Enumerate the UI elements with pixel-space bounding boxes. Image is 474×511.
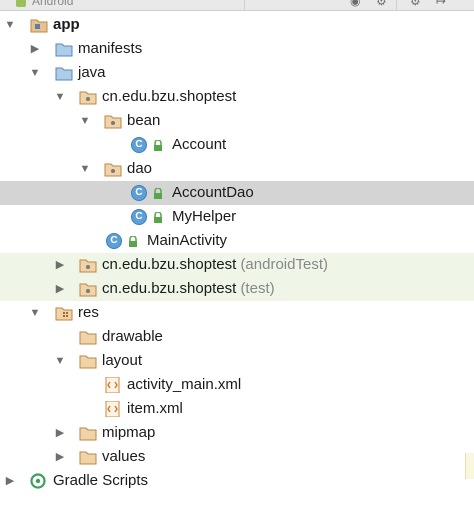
tree-item-label: layout bbox=[102, 352, 143, 369]
resources-folder-icon bbox=[55, 307, 73, 321]
tree-item-label: cn.edu.bzu.shoptest bbox=[102, 88, 237, 105]
tree-item-item-xml[interactable]: item.xml bbox=[0, 397, 474, 421]
gear-icon[interactable]: ⚙ bbox=[410, 0, 421, 8]
expanded-arrow-icon[interactable]: ▼ bbox=[3, 13, 17, 37]
tree-item-main-activity[interactable]: C MainActivity bbox=[0, 229, 474, 253]
tree-item-label: values bbox=[102, 448, 146, 465]
tree-item-label: cn.edu.bzu.shoptest (test) bbox=[102, 277, 275, 301]
expanded-arrow-icon[interactable]: ▼ bbox=[53, 349, 67, 373]
xml-file-icon bbox=[105, 377, 120, 393]
tree-item-label: res bbox=[78, 304, 99, 321]
package-icon bbox=[79, 91, 97, 105]
folder-icon bbox=[79, 355, 97, 369]
package-name: cn.edu.bzu.shoptest bbox=[102, 256, 237, 273]
tree-item-package-android-test[interactable]: ▶ cn.edu.bzu.shoptest (androidTest) bbox=[0, 253, 474, 277]
class-icon: C bbox=[131, 185, 147, 201]
project-view-selector[interactable]: Android bbox=[32, 0, 73, 8]
tree-item-label: cn.edu.bzu.shoptest (androidTest) bbox=[102, 253, 328, 277]
tree-item-package-test[interactable]: ▶ cn.edu.bzu.shoptest (test) bbox=[0, 277, 474, 301]
tree-item-label: MyHelper bbox=[172, 208, 237, 225]
tree-item-activity-main-xml[interactable]: activity_main.xml bbox=[0, 373, 474, 397]
tree-item-label: Gradle Scripts bbox=[53, 472, 149, 489]
source-set-suffix: (androidTest) bbox=[240, 256, 328, 273]
tree-item-label: java bbox=[78, 64, 106, 81]
target-icon[interactable]: ◉ bbox=[350, 0, 360, 8]
tree-item-label: manifests bbox=[78, 40, 143, 57]
tree-item-bean[interactable]: ▼ bean bbox=[0, 109, 474, 133]
tree-item-label: Account bbox=[172, 136, 227, 153]
class-icon: C bbox=[131, 137, 147, 153]
expanded-arrow-icon[interactable]: ▼ bbox=[28, 61, 42, 85]
tree-item-account-dao[interactable]: C AccountDao bbox=[0, 181, 474, 205]
tree-item-manifests[interactable]: ▶ manifests bbox=[0, 37, 474, 61]
collapsed-arrow-icon[interactable]: ▶ bbox=[53, 277, 67, 301]
source-set-suffix: (test) bbox=[240, 280, 275, 297]
folder-icon bbox=[79, 451, 97, 465]
collapsed-arrow-icon[interactable]: ▶ bbox=[53, 445, 67, 469]
tree-item-layout[interactable]: ▼ layout bbox=[0, 349, 474, 373]
tree-item-app[interactable]: ▼ app bbox=[0, 13, 474, 37]
folder-icon bbox=[79, 427, 97, 441]
tree-item-label: drawable bbox=[102, 328, 163, 345]
folder-icon bbox=[79, 331, 97, 345]
tree-item-label: activity_main.xml bbox=[127, 376, 242, 393]
class-icon: C bbox=[131, 209, 147, 225]
package-icon bbox=[79, 259, 97, 273]
tree-item-label: item.xml bbox=[127, 400, 183, 417]
tree-item-dao[interactable]: ▼ dao bbox=[0, 157, 474, 181]
package-icon bbox=[104, 163, 122, 177]
package-icon bbox=[104, 115, 122, 129]
tree-item-package-main[interactable]: ▼ cn.edu.bzu.shoptest bbox=[0, 85, 474, 109]
tree-item-label: mipmap bbox=[102, 424, 156, 441]
package-icon bbox=[79, 283, 97, 297]
collapse-icon[interactable]: ↦ bbox=[436, 0, 446, 8]
tree-item-mipmap[interactable]: ▶ mipmap bbox=[0, 421, 474, 445]
tree-item-values[interactable]: ▶ values bbox=[0, 445, 474, 469]
tree-item-label: bean bbox=[127, 112, 161, 129]
gradle-icon bbox=[30, 473, 46, 489]
lock-icon bbox=[154, 188, 162, 199]
android-icon bbox=[16, 0, 26, 7]
project-view-toolbar: Android ◉ ⚙ ⚙ ↦ bbox=[0, 0, 474, 11]
source-folder-icon bbox=[55, 67, 73, 81]
lock-icon bbox=[154, 140, 162, 151]
package-name: cn.edu.bzu.shoptest bbox=[102, 280, 237, 297]
collapsed-arrow-icon[interactable]: ▶ bbox=[53, 253, 67, 277]
module-folder-icon bbox=[30, 19, 48, 33]
expanded-arrow-icon[interactable]: ▼ bbox=[78, 157, 92, 181]
expanded-arrow-icon[interactable]: ▼ bbox=[28, 301, 42, 325]
lock-icon bbox=[154, 212, 162, 223]
tree-item-label: dao bbox=[127, 160, 153, 177]
tree-item-drawable[interactable]: drawable bbox=[0, 325, 474, 349]
collapsed-arrow-icon[interactable]: ▶ bbox=[3, 469, 17, 493]
tree-item-gradle-scripts[interactable]: ▶ Gradle Scripts bbox=[0, 469, 474, 493]
tree-item-label: app bbox=[53, 16, 80, 33]
tree-item-label: AccountDao bbox=[172, 184, 254, 201]
tree-item-java[interactable]: ▼ java bbox=[0, 61, 474, 85]
collapsed-arrow-icon[interactable]: ▶ bbox=[28, 37, 42, 61]
tree-item-my-helper[interactable]: C MyHelper bbox=[0, 205, 474, 229]
expanded-arrow-icon[interactable]: ▼ bbox=[78, 109, 92, 133]
settings-split-icon[interactable]: ⚙ bbox=[376, 0, 387, 8]
folder-icon bbox=[55, 43, 73, 57]
tree-item-label: MainActivity bbox=[147, 232, 228, 249]
collapsed-arrow-icon[interactable]: ▶ bbox=[53, 421, 67, 445]
tree-item-account[interactable]: C Account bbox=[0, 133, 474, 157]
project-tree: ▼ app ▶ manifests ▼ java ▼ cn.edu.bzu.sh… bbox=[0, 13, 474, 493]
tree-item-res[interactable]: ▼ res bbox=[0, 301, 474, 325]
xml-file-icon bbox=[105, 401, 120, 417]
expanded-arrow-icon[interactable]: ▼ bbox=[53, 85, 67, 109]
lock-icon bbox=[129, 236, 137, 247]
editor-edge bbox=[465, 453, 474, 479]
class-icon: C bbox=[106, 233, 122, 249]
